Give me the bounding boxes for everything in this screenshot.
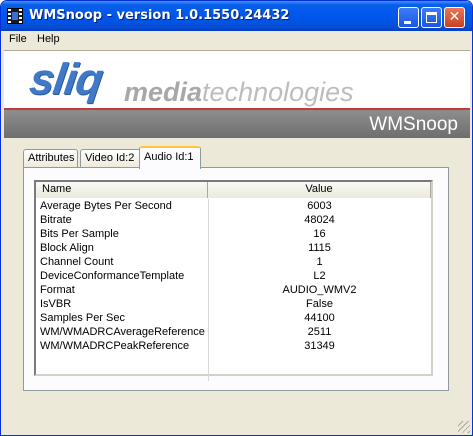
properties-list[interactable]: Name Value Average Bytes Per Second 6003 … (34, 180, 433, 381)
brand-banner: sliq mediatechnologies (4, 50, 470, 108)
maximize-button[interactable] (421, 7, 442, 28)
title-bar[interactable]: WMSnoop - version 1.0.1550.24432 ✕ (1, 1, 472, 31)
sliq-logo: sliq (26, 55, 106, 104)
empty-row (36, 353, 431, 367)
window-title: WMSnoop - version 1.0.1550.24432 (29, 8, 290, 23)
row-value: 48024 (304, 214, 335, 226)
tab-attributes[interactable]: Attributes (23, 149, 78, 168)
row-value: 6003 (307, 200, 332, 212)
media-technologies-logo: mediatechnologies (124, 77, 354, 107)
list-body: Average Bytes Per Second 6003 Bitrate 4802… (36, 199, 431, 381)
row-name: WM/WMADRCAverageReference (40, 326, 205, 338)
menu-bar: File Help (1, 31, 472, 49)
close-button[interactable]: ✕ (444, 7, 465, 28)
list-row[interactable]: Bits Per Sample 16 (36, 227, 431, 241)
list-row[interactable]: IsVBR False (36, 297, 431, 311)
column-header-value[interactable]: Value (208, 182, 431, 198)
list-row[interactable]: WM/WMADRCPeakReference 31349 (36, 339, 431, 353)
minimize-button[interactable] (398, 7, 419, 28)
close-icon: ✕ (448, 9, 461, 25)
row-value: 16 (313, 228, 326, 240)
row-value: False (306, 298, 333, 310)
row-value: 44100 (304, 312, 335, 324)
list-row[interactable]: DeviceConformanceTemplate L2 (36, 269, 431, 283)
menu-file[interactable]: File (9, 33, 27, 45)
row-name: Format (40, 284, 75, 296)
product-bar: WMSnoop (4, 108, 470, 138)
row-value: 31349 (304, 340, 335, 352)
list-header: Name Value (36, 182, 431, 198)
row-name: DeviceConformanceTemplate (40, 270, 185, 282)
row-value: L2 (313, 270, 326, 282)
list-row[interactable]: Bitrate 48024 (36, 213, 431, 227)
row-name: Average Bytes Per Second (40, 200, 172, 212)
row-value: 1115 (308, 242, 331, 254)
list-row[interactable]: Channel Count 1 (36, 255, 431, 269)
list-row[interactable]: Block Align 1115 (36, 241, 431, 255)
row-name: Samples Per Sec (40, 312, 125, 324)
row-value: 1 (316, 256, 323, 268)
empty-row (36, 367, 431, 381)
minimize-icon (404, 21, 411, 24)
resize-grip-icon[interactable] (458, 421, 470, 433)
list-row[interactable]: Format AUDIO_WMV2 (36, 283, 431, 297)
list-row[interactable]: Average Bytes Per Second 6003 (36, 199, 431, 213)
row-value: AUDIO_WMV2 (282, 284, 357, 296)
row-name: Channel Count (40, 256, 114, 268)
product-name: WMSnoop (369, 114, 458, 135)
maximize-icon (426, 12, 437, 23)
app-film-icon[interactable] (7, 8, 23, 24)
row-name: Bitrate (40, 214, 72, 226)
row-value: 2511 (307, 326, 332, 338)
list-row[interactable]: WM/WMADRCAverageReference 2511 (36, 325, 431, 339)
row-name: IsVBR (40, 298, 72, 310)
row-name: WM/WMADRCPeakReference (40, 340, 190, 352)
column-header-name[interactable]: Name (36, 182, 208, 198)
tab-audio-id-1[interactable]: Audio Id:1 (139, 146, 201, 169)
row-name: Block Align (40, 242, 94, 254)
app-window: WMSnoop - version 1.0.1550.24432 ✕ File … (0, 0, 473, 436)
menu-help[interactable]: Help (37, 33, 60, 45)
list-row[interactable]: Samples Per Sec 44100 (36, 311, 431, 325)
row-name: Bits Per Sample (40, 228, 119, 240)
